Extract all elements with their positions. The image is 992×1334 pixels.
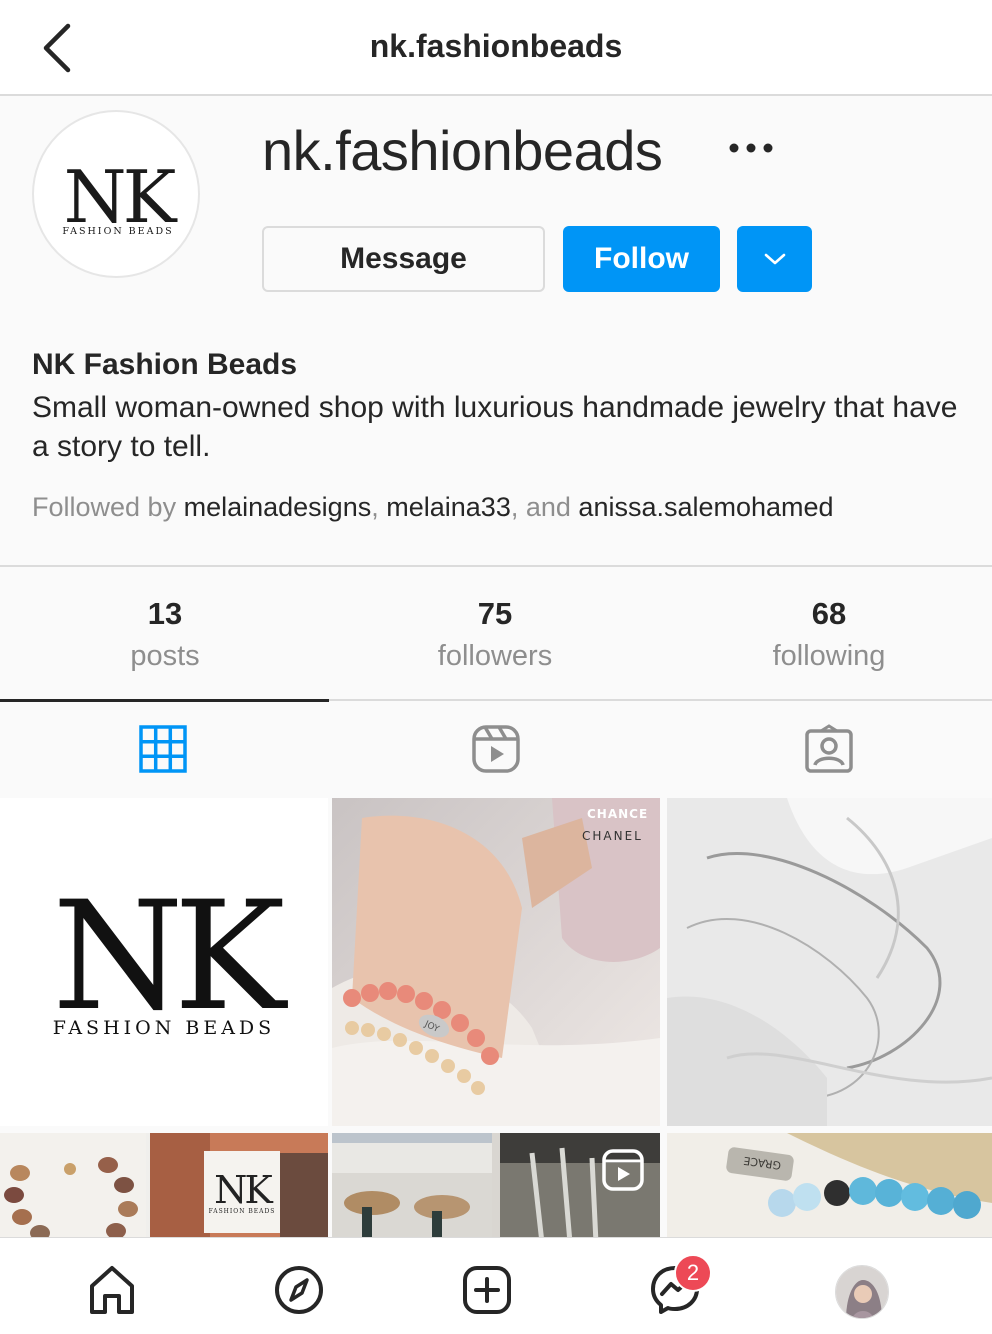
stat-value: 68 <box>811 596 847 631</box>
stat-following[interactable]: 68 following <box>664 596 992 673</box>
chevron-down-icon <box>764 253 785 265</box>
page-title: nk.fashionbeads <box>369 28 623 64</box>
profile-bio: Small woman-owned shop with luxurious ha… <box>32 391 958 463</box>
stat-label: following <box>772 640 886 672</box>
stat-label: posts <box>130 640 200 672</box>
profile-avatar[interactable] <box>835 1265 889 1319</box>
stat-value: 75 <box>477 596 513 631</box>
tagged-icon[interactable] <box>804 724 854 774</box>
followed-by-separator-1: , <box>371 492 379 522</box>
post-image: NK FASHION BEADS <box>0 1133 328 1243</box>
post-text-chanel: CHANEL <box>582 829 643 843</box>
followed-by-user-2[interactable]: melaina33 <box>386 492 511 522</box>
post-image <box>332 1133 660 1243</box>
top-bar: nk.fashionbeads <box>0 0 992 96</box>
post-tile-silk[interactable] <box>667 798 992 1126</box>
profile-username: nk.fashionbeads <box>262 119 663 182</box>
profile-avatar-large[interactable]: NK FASHION BEADS <box>32 110 200 278</box>
reels-icon[interactable] <box>471 724 521 774</box>
stat-value: 13 <box>147 596 183 631</box>
message-button[interactable]: Message <box>262 226 545 292</box>
post-tile-row2-left[interactable]: NK FASHION BEADS <box>0 1133 328 1243</box>
active-tab-indicator <box>0 699 329 702</box>
followed-by-user-1[interactable]: melainadesigns <box>184 492 372 522</box>
post-logo-text-small: NK <box>214 1168 273 1212</box>
followed-by-text: Followed by melainadesigns, melaina33, a… <box>32 492 834 523</box>
post-tile-logo[interactable]: NK FASHION BEADS <box>0 798 328 1126</box>
explore-icon[interactable] <box>273 1264 325 1316</box>
home-icon[interactable] <box>86 1264 138 1316</box>
followed-by-separator-2: , and <box>510 492 571 522</box>
nk-logo: NK FASHION BEADS <box>62 155 181 239</box>
new-post-icon[interactable] <box>461 1264 513 1316</box>
divider <box>0 565 992 567</box>
stat-posts: 13 posts <box>0 596 330 673</box>
post-tile-row2-right[interactable]: GRACE <box>667 1133 992 1243</box>
avatar <box>836 1266 888 1318</box>
post-image: GRACE <box>667 1133 992 1243</box>
post-image: NK FASHION BEADS <box>52 870 298 1044</box>
grid-icon[interactable] <box>138 724 188 774</box>
followed-by-user-3[interactable]: anissa.salemohamed <box>578 492 833 522</box>
avatar-logo-subtext: FASHION BEADS <box>62 226 173 237</box>
stat-label: followers <box>437 640 553 672</box>
follow-button[interactable]: Follow <box>563 226 720 292</box>
profile-full-name: NK Fashion Beads <box>32 348 298 381</box>
post-logo-subtext-small: FASHION BEADS <box>209 1208 276 1215</box>
post-image: CHANCE CHANEL JOY <box>332 798 660 1126</box>
followed-by-prefix: Followed by <box>32 492 177 522</box>
post-tile-bracelet-chanel[interactable]: CHANCE CHANEL JOY <box>332 798 660 1126</box>
suggestions-dropdown-button[interactable] <box>737 226 812 292</box>
post-text-chance: CHANCE <box>587 807 648 821</box>
post-logo-subtext: FASHION BEADS <box>53 1017 275 1039</box>
messenger-badge: 2 <box>674 1254 712 1292</box>
post-tile-row2-middle[interactable] <box>332 1133 660 1243</box>
stat-followers[interactable]: 75 followers <box>330 596 660 673</box>
more-options-icon[interactable] <box>722 128 782 168</box>
post-image <box>667 798 992 1126</box>
